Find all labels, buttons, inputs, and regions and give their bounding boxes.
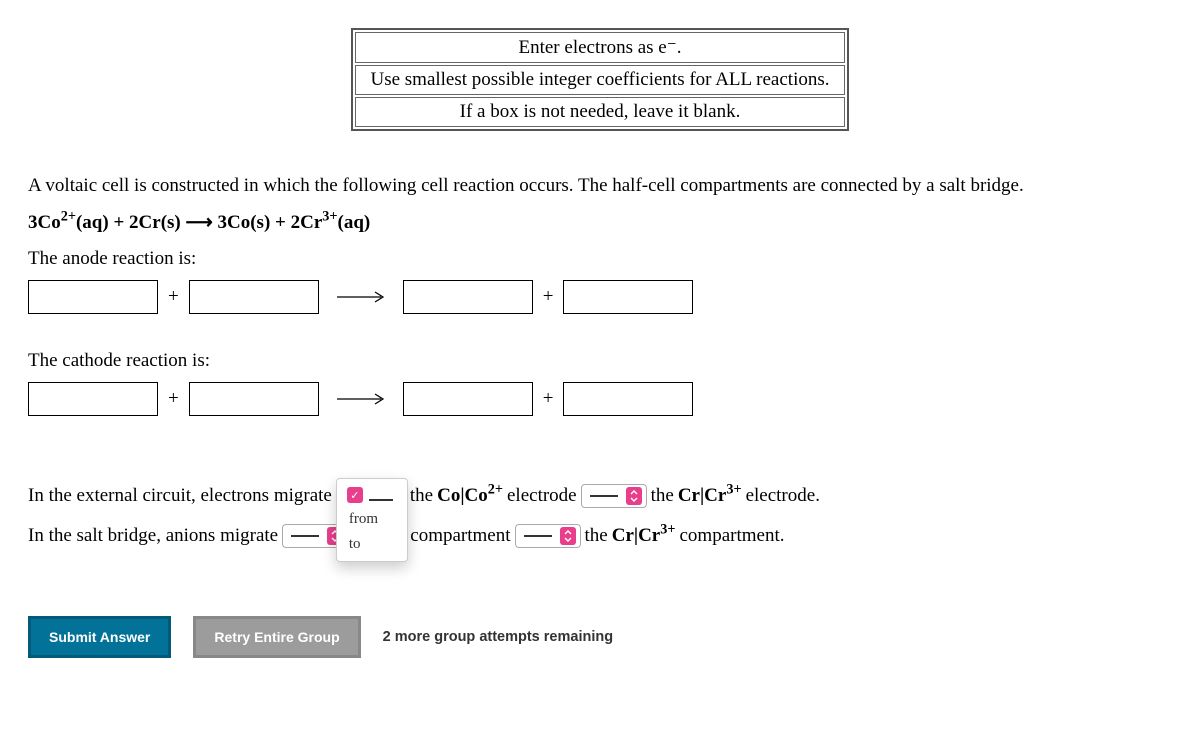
cathode-reaction-row: + + (28, 382, 1172, 416)
sup-4: 3+ (322, 209, 337, 225)
intro-text: A voltaic cell is constructed in which t… (28, 175, 1172, 197)
species-2: Cr(s) (139, 212, 181, 233)
dropdown-option-selected-blank[interactable]: ✓ (337, 483, 407, 507)
coef-1: 3 (28, 212, 38, 233)
text-fragment: electrode. (746, 485, 820, 507)
instruction-line-1: Enter electrons as e⁻. (355, 32, 844, 63)
text-fragment: electrode (507, 485, 577, 507)
instruction-box: Enter electrons as e⁻. Use smallest poss… (351, 28, 848, 131)
check-icon: ✓ (347, 487, 363, 503)
dropdown-option-from[interactable]: from (337, 507, 407, 532)
anode-reactant-1[interactable] (28, 280, 158, 314)
retry-button[interactable]: Retry Entire Group (193, 616, 360, 658)
state-4: (aq) (338, 212, 371, 233)
text-fragment: the (410, 485, 433, 507)
dropdown-option-to[interactable]: to (337, 532, 407, 557)
species-4: Cr (300, 212, 322, 233)
plus-1: + (109, 212, 129, 233)
overall-reaction: 3Co2+(aq) + 2Cr(s) ⟶ 3Co(s) + 2Cr3+(aq) (28, 211, 1172, 234)
state-1: (aq) (76, 212, 109, 233)
blank-underline (369, 489, 393, 501)
instruction-line-3: If a box is not needed, leave it blank. (355, 97, 844, 127)
cr-compartment-label: Cr|Cr3+ (612, 525, 676, 547)
blank-underline (291, 535, 319, 537)
species-3: Co(s) (227, 212, 270, 233)
submit-button[interactable]: Submit Answer (28, 616, 171, 658)
cathode-product-2[interactable] (563, 382, 693, 416)
plus-icon: + (543, 286, 554, 308)
cathode-product-1[interactable] (403, 382, 533, 416)
blank-underline (524, 535, 552, 537)
plus-2: + (270, 212, 290, 233)
cathode-reactant-1[interactable] (28, 382, 158, 416)
plus-icon: + (168, 388, 179, 410)
anode-product-1[interactable] (403, 280, 533, 314)
text-fragment: compartment (410, 525, 510, 547)
instruction-line-2: Use smallest possible integer coefficien… (355, 65, 844, 95)
text-fragment: compartment. (679, 525, 784, 547)
updown-icon (560, 527, 576, 545)
cathode-reactant-2[interactable] (189, 382, 319, 416)
coef-3: 3 (218, 212, 228, 233)
species-1: Co (38, 212, 61, 233)
attempts-remaining: 2 more group attempts remaining (383, 629, 613, 645)
text-fragment: the (585, 525, 608, 547)
plus-icon: + (168, 286, 179, 308)
direction-select-2[interactable] (581, 484, 647, 508)
direction-dropdown-menu: ✓ from to (336, 478, 408, 562)
coef-4: 2 (291, 212, 301, 233)
text-fragment: In the salt bridge, anions migrate (28, 525, 278, 547)
text-fragment: In the external circuit, electrons migra… (28, 485, 332, 507)
cr-electrode-label: Cr|Cr3+ (678, 485, 742, 507)
text-fragment: the (651, 485, 674, 507)
co-electrode-label: Co|Co2+ (437, 485, 503, 507)
blank-underline (590, 495, 618, 497)
action-row: Submit Answer Retry Entire Group 2 more … (28, 616, 1172, 658)
arrow-icon (335, 392, 387, 406)
electron-migration-sentence: In the external circuit, electrons migra… (28, 482, 1172, 510)
anion-migration-sentence: In the salt bridge, anions migrate o|Co2… (28, 524, 1172, 548)
direction-select-4[interactable] (515, 524, 581, 548)
plus-icon: + (543, 388, 554, 410)
coef-2: 2 (129, 212, 139, 233)
arrow-icon (335, 290, 387, 304)
direction-select-1-wrap: ✓ from to (336, 482, 406, 510)
reaction-arrow: ⟶ (181, 212, 218, 233)
anode-product-2[interactable] (563, 280, 693, 314)
anode-reaction-row: + + (28, 280, 1172, 314)
sup-1: 2+ (61, 209, 76, 225)
anode-label: The anode reaction is: (28, 248, 1172, 270)
cathode-label: The cathode reaction is: (28, 350, 1172, 372)
anode-reactant-2[interactable] (189, 280, 319, 314)
updown-icon (626, 487, 642, 505)
